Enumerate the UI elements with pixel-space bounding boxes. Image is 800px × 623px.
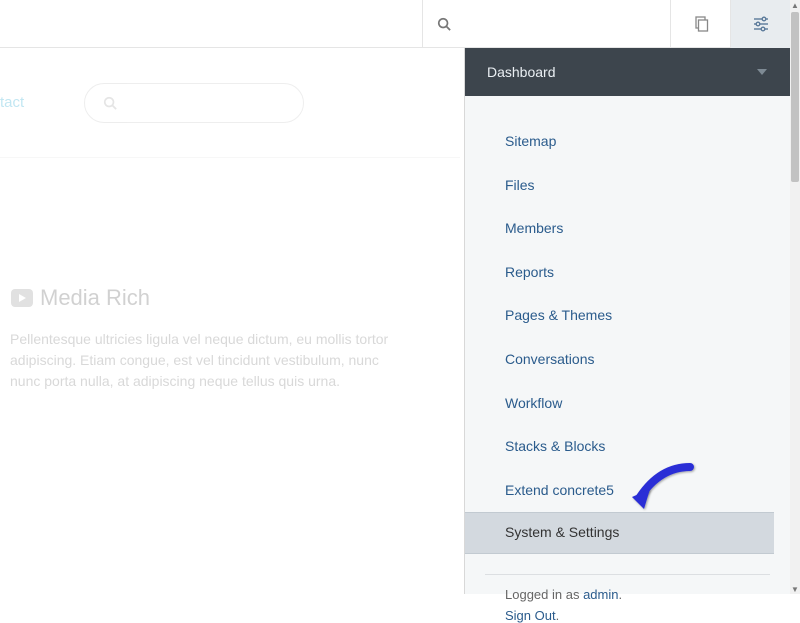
content-heading: Media Rich xyxy=(10,285,450,311)
dashboard-menu-item-sitemap[interactable]: Sitemap xyxy=(465,120,790,164)
vertical-scrollbar[interactable]: ▲ ▼ xyxy=(790,0,800,594)
dashboard-menu-item-conversations[interactable]: Conversations xyxy=(465,338,790,382)
sign-out-link[interactable]: Sign Out xyxy=(505,608,556,623)
dashboard-menu-item-members[interactable]: Members xyxy=(465,207,790,251)
dashboard-menu-item-pages-themes[interactable]: Pages & Themes xyxy=(465,294,790,338)
scroll-up-arrow-icon[interactable]: ▲ xyxy=(790,0,800,10)
dashboard-panel: Dashboard SitemapFilesMembersReportsPage… xyxy=(464,48,790,594)
search-icon xyxy=(103,96,117,110)
site-search-input[interactable] xyxy=(84,83,304,123)
search-icon xyxy=(437,17,451,31)
dashboard-toggle-button[interactable] xyxy=(730,0,790,48)
dashboard-menu-item-reports[interactable]: Reports xyxy=(465,251,790,295)
toolbar-search[interactable] xyxy=(422,0,670,48)
dashboard-panel-header[interactable]: Dashboard xyxy=(465,48,790,96)
dashboard-menu-item-stacks-blocks[interactable]: Stacks & Blocks xyxy=(465,425,790,469)
content-body: Pellentesque ultricies ligula vel neque … xyxy=(10,329,390,392)
sliders-icon xyxy=(753,16,769,32)
dashboard-menu: SitemapFilesMembersReportsPages & Themes… xyxy=(465,96,790,554)
logged-in-label: Logged in as xyxy=(505,587,583,602)
page-settings-button[interactable] xyxy=(670,0,730,48)
dashboard-menu-item-system-settings[interactable]: System & Settings xyxy=(465,512,774,554)
chevron-down-icon xyxy=(756,66,768,78)
dashboard-menu-item-workflow[interactable]: Workflow xyxy=(465,382,790,426)
dashboard-menu-item-extend-concrete5[interactable]: Extend concrete5 xyxy=(465,469,790,513)
content-heading-text: Media Rich xyxy=(40,285,150,311)
current-user-link[interactable]: admin xyxy=(583,587,618,602)
top-toolbar xyxy=(0,0,790,48)
nav-link-contact[interactable]: tact xyxy=(0,94,24,111)
dashboard-panel-footer: Logged in as admin. Sign Out. xyxy=(465,575,790,623)
site-header: tact xyxy=(0,48,460,158)
copy-icon xyxy=(693,16,709,32)
page-content: Media Rich Pellentesque ultricies ligula… xyxy=(10,285,450,392)
scroll-down-arrow-icon[interactable]: ▼ xyxy=(790,584,800,594)
play-icon xyxy=(10,286,34,310)
logged-in-suffix: . xyxy=(619,587,623,602)
dashboard-panel-title: Dashboard xyxy=(487,64,556,80)
scrollbar-thumb[interactable] xyxy=(791,12,799,182)
dashboard-menu-item-files[interactable]: Files xyxy=(465,164,790,208)
